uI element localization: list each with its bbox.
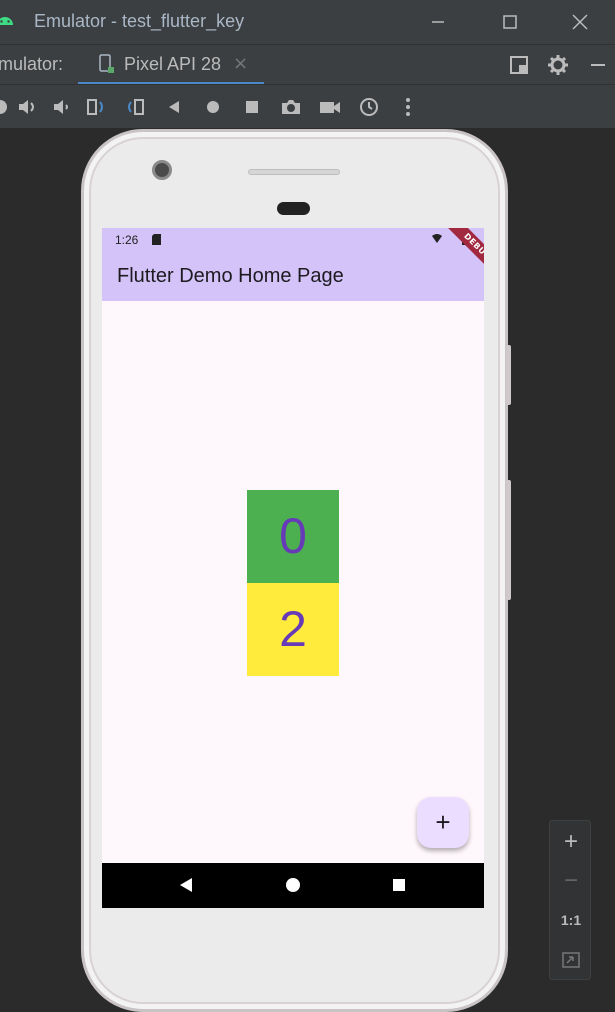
page-title: Flutter Demo Home Page bbox=[117, 265, 344, 287]
front-camera bbox=[152, 160, 172, 180]
window-layout-icon[interactable] bbox=[507, 53, 531, 77]
status-time: 1:26 bbox=[115, 233, 139, 247]
emulator-tabbar: mulator: Pixel API 28 × bbox=[0, 44, 615, 85]
volume-side-button bbox=[506, 480, 511, 600]
speaker-grill bbox=[248, 169, 340, 175]
zoom-in-button[interactable]: + bbox=[550, 823, 592, 861]
record-icon[interactable] bbox=[318, 95, 342, 119]
nav-overview-icon[interactable] bbox=[391, 877, 407, 893]
tab-pixel-api-28[interactable]: Pixel API 28 × bbox=[78, 45, 264, 85]
gear-icon[interactable] bbox=[546, 53, 570, 77]
fit-screen-button[interactable] bbox=[550, 940, 592, 978]
zoom-panel: + − 1:1 bbox=[549, 820, 591, 980]
power-side-button bbox=[506, 345, 511, 405]
counter-box-bottom: 2 bbox=[247, 583, 339, 676]
emulator-toolbar bbox=[0, 84, 615, 128]
more-icon[interactable] bbox=[396, 95, 420, 119]
snapshot-icon[interactable] bbox=[357, 95, 381, 119]
app-bar: 1:26 Flutter Demo Home Page bbox=[102, 228, 484, 301]
device-icon bbox=[99, 54, 114, 73]
maximize-icon[interactable] bbox=[496, 8, 524, 36]
proximity-sensor bbox=[277, 202, 310, 215]
window-titlebar: Emulator - test_flutter_key bbox=[0, 0, 615, 44]
add-button[interactable]: + bbox=[417, 797, 469, 848]
android-nav-bar bbox=[102, 863, 484, 908]
window-title: Emulator - test_flutter_key bbox=[34, 11, 245, 31]
nav-back-icon[interactable] bbox=[178, 877, 194, 893]
emulator-label: mulator: bbox=[0, 54, 64, 74]
nav-home-icon[interactable] bbox=[285, 877, 301, 893]
device-screen[interactable]: 1:26 Flutter Demo Home Page DEBUG 0 2 + bbox=[102, 228, 484, 908]
tab-close-icon[interactable]: × bbox=[233, 53, 248, 74]
home-icon[interactable] bbox=[201, 95, 225, 119]
tab-label: Pixel API 28 bbox=[124, 54, 222, 74]
back-icon[interactable] bbox=[162, 95, 186, 119]
android-icon bbox=[0, 17, 13, 25]
minimize-panel-icon[interactable] bbox=[586, 53, 610, 77]
minimize-icon[interactable] bbox=[424, 8, 452, 36]
overview-icon[interactable] bbox=[240, 95, 264, 119]
counter-box-top: 0 bbox=[247, 490, 339, 583]
volume-down-icon[interactable] bbox=[50, 95, 74, 119]
close-icon[interactable] bbox=[566, 8, 594, 36]
sd-card-icon bbox=[152, 234, 161, 245]
power-icon[interactable] bbox=[0, 95, 12, 119]
screenshot-icon[interactable] bbox=[279, 95, 303, 119]
actual-size-button[interactable]: 1:1 bbox=[550, 901, 592, 939]
volume-up-icon[interactable] bbox=[16, 95, 40, 119]
zoom-out-button[interactable]: − bbox=[550, 862, 592, 900]
rotate-right-icon[interactable] bbox=[123, 95, 147, 119]
fit-screen-icon bbox=[562, 951, 580, 968]
rotate-left-icon[interactable] bbox=[84, 95, 108, 119]
